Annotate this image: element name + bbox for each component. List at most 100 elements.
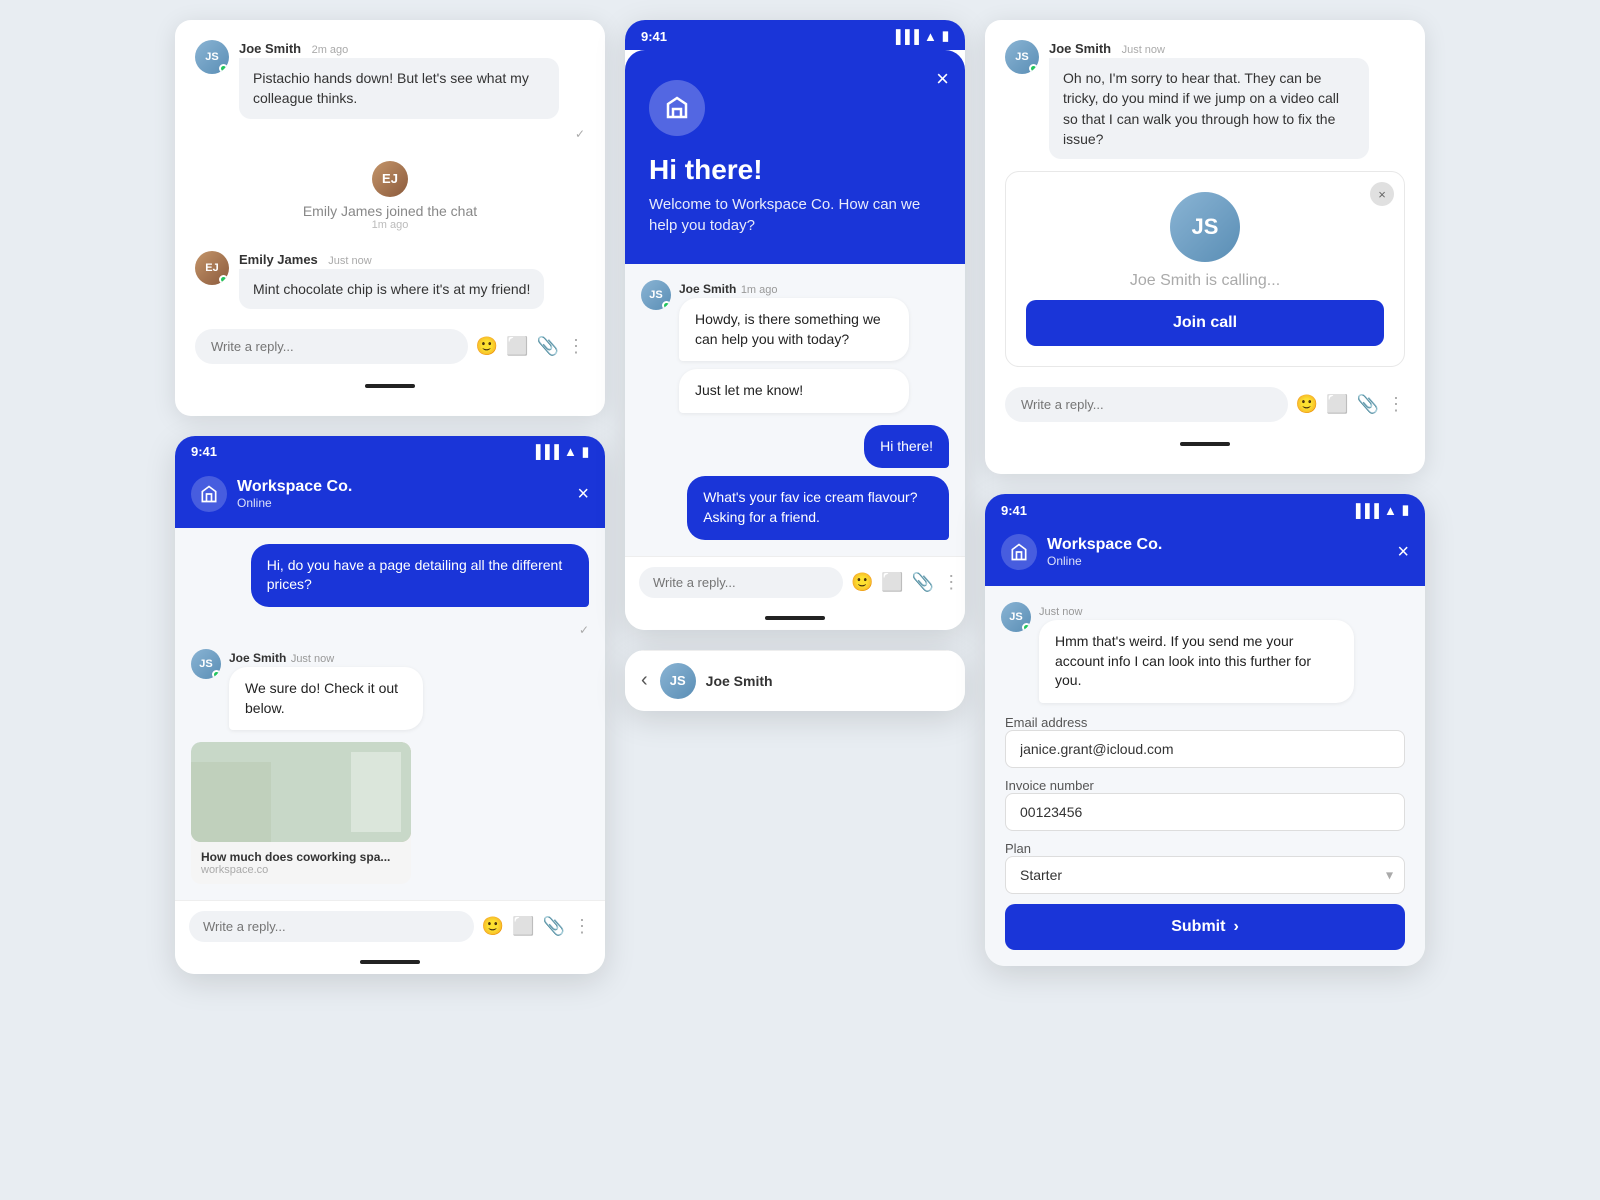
mobile-widget-left: 9:41 ▐▐▐ ▲ ▮ Workspace Co. Online <box>175 436 605 974</box>
status-icons: ▐▐▐ ▲ ▮ <box>531 444 589 460</box>
invoice-label: Invoice number <box>1005 778 1405 793</box>
welcome-close-button[interactable]: × <box>936 66 949 92</box>
mobile-body-right: JS Just now Hmm that's weird. If you sen… <box>985 586 1425 966</box>
more-icon[interactable]: ⋮ <box>567 336 585 357</box>
welcome-screen: × Hi there! Welcome to Workspace Co. How… <box>625 50 965 264</box>
more-icon[interactable]: ⋮ <box>942 572 960 593</box>
agent-message: Oh no, I'm sorry to hear that. They can … <box>1049 58 1369 159</box>
email-input[interactable] <box>1005 730 1405 768</box>
time: 9:41 <box>191 444 217 459</box>
avatar: JS <box>195 40 229 74</box>
image-icon[interactable]: ⬜ <box>512 916 534 937</box>
convo-body: JS Joe Smith 1m ago Howdy, is there some… <box>625 264 965 556</box>
online-dot <box>212 670 221 679</box>
online-dot <box>1029 64 1038 73</box>
emoji-icon[interactable]: 🙂 <box>1296 394 1318 415</box>
message-bubble: Pistachio hands down! But let's see what… <box>239 58 559 119</box>
avatar-initials: JS <box>205 51 218 63</box>
mobile-header: Workspace Co. Online × <box>175 466 605 528</box>
mobile-input-bar: 🙂 ⬜ 📎 ⋮ <box>175 900 605 952</box>
battery-icon: ▮ <box>942 28 949 44</box>
sender-time-emily: Just now <box>328 255 371 267</box>
plan-select-wrapper: Starter Professional Enterprise ▾ <box>1005 856 1405 894</box>
link-url: workspace.co <box>201 864 401 876</box>
emoji-icon[interactable]: 🙂 <box>476 336 498 357</box>
arrow-right-icon: › <box>1233 918 1238 936</box>
image-icon[interactable]: ⬜ <box>506 336 528 357</box>
signal-icon: ▐▐▐ <box>531 444 559 459</box>
battery-icon: ▮ <box>1402 502 1409 518</box>
join-call-button[interactable]: Join call <box>1026 300 1384 346</box>
reply-input[interactable] <box>195 329 468 364</box>
nav-agent-avatar: JS <box>660 663 696 699</box>
reply-input-mobile[interactable] <box>189 911 474 942</box>
widget-status: Online <box>237 496 352 510</box>
system-time: 1m ago <box>372 219 409 231</box>
close-button[interactable]: × <box>1397 542 1409 562</box>
user-bubble-fav: What's your fav ice cream flavour? Askin… <box>687 476 949 539</box>
calling-card: × JS Joe Smith is calling... Join call <box>1005 171 1405 367</box>
form-section: Email address Invoice number Plan Starte… <box>1001 715 1409 950</box>
preview-image <box>191 742 411 842</box>
sender-time: Just now <box>1122 44 1165 56</box>
plan-select[interactable]: Starter Professional Enterprise <box>1005 856 1405 894</box>
agent-name: Joe Smith <box>229 651 286 665</box>
home-bar <box>175 952 605 974</box>
emoji-icon[interactable]: 🙂 <box>851 572 873 593</box>
link-preview[interactable]: How much does coworking spa... workspace… <box>191 742 411 884</box>
mobile-status-bar-right: 9:41 ▐▐▐ ▲ ▮ <box>985 494 1425 524</box>
submit-label: Submit <box>1171 918 1225 936</box>
agent-time: Just now <box>291 653 334 665</box>
link-title: How much does coworking spa... <box>201 850 401 864</box>
mobile-widget-right: 9:41 ▐▐▐ ▲ ▮ Workspace Co. Online <box>985 494 1425 966</box>
calling-name: Joe Smith is calling... <box>1130 272 1280 290</box>
widget-status: Online <box>1047 554 1162 568</box>
mobile-status-bar: 9:41 ▐▐▐ ▲ ▮ <box>625 20 965 50</box>
signal-icon: ▐▐▐ <box>1351 503 1379 518</box>
system-event: EJ Emily James joined the chat 1m ago <box>195 161 585 231</box>
more-icon[interactable]: ⋮ <box>1387 394 1405 415</box>
calling-close-button[interactable]: × <box>1370 182 1394 206</box>
bottom-nav: ‹ JS Joe Smith <box>625 650 965 711</box>
time: 9:41 <box>641 29 667 44</box>
back-button[interactable]: ‹ <box>641 669 648 692</box>
user-bubble-hi: Hi there! <box>864 425 949 469</box>
submit-button[interactable]: Submit › <box>1005 904 1405 950</box>
attach-icon[interactable]: 📎 <box>537 336 559 357</box>
welcome-logo <box>649 80 705 136</box>
read-receipt: ✓ <box>195 127 585 141</box>
sender-time: 2m ago <box>312 44 349 56</box>
system-text: Emily James joined the chat <box>303 203 477 219</box>
agent-time: Just now <box>1039 606 1082 618</box>
attach-icon[interactable]: 📎 <box>1357 394 1379 415</box>
wifi-icon: ▲ <box>924 29 937 44</box>
battery-icon: ▮ <box>582 444 589 460</box>
emoji-icon[interactable]: 🙂 <box>482 916 504 937</box>
emily-bubble: Mint chocolate chip is where it's at my … <box>239 269 544 309</box>
attach-icon[interactable]: 📎 <box>543 916 565 937</box>
attach-icon[interactable]: 📎 <box>912 572 934 593</box>
home-bar <box>1005 434 1405 454</box>
user-bubble: Hi, do you have a page detailing all the… <box>251 544 589 607</box>
agent-row: JS Joe Smith Just now We sure do! Check … <box>191 649 589 730</box>
mobile-widget-center-bottom: ‹ JS Joe Smith <box>625 650 965 711</box>
desktop-chat-top: JS Joe Smith 2m ago Pistachio hands down… <box>175 20 605 416</box>
reply-input-right[interactable] <box>1005 387 1288 422</box>
agent-bubble-right: Hmm that's weird. If you send me your ac… <box>1039 620 1354 703</box>
more-icon[interactable]: ⋮ <box>573 916 591 937</box>
status-icons: ▐▐▐ ▲ ▮ <box>891 28 949 44</box>
user-response1: Just let me know! <box>679 369 909 413</box>
status-icons: ▐▐▐ ▲ ▮ <box>1351 502 1409 518</box>
mobile-body: Hi, do you have a page detailing all the… <box>175 528 605 900</box>
welcome-subtitle: Welcome to Workspace Co. How can we help… <box>649 194 941 236</box>
agent-name: Joe Smith <box>679 282 736 296</box>
wifi-icon: ▲ <box>1384 503 1397 518</box>
image-icon[interactable]: ⬜ <box>881 572 903 593</box>
invoice-input[interactable] <box>1005 793 1405 831</box>
close-button[interactable]: × <box>577 484 589 504</box>
reply-bar-right: 🙂 ⬜ 📎 ⋮ <box>1005 387 1405 422</box>
email-label: Email address <box>1005 715 1405 730</box>
reply-input-mobile2[interactable] <box>639 567 843 598</box>
image-icon[interactable]: ⬜ <box>1326 394 1348 415</box>
nav-agent-name: Joe Smith <box>706 673 773 689</box>
